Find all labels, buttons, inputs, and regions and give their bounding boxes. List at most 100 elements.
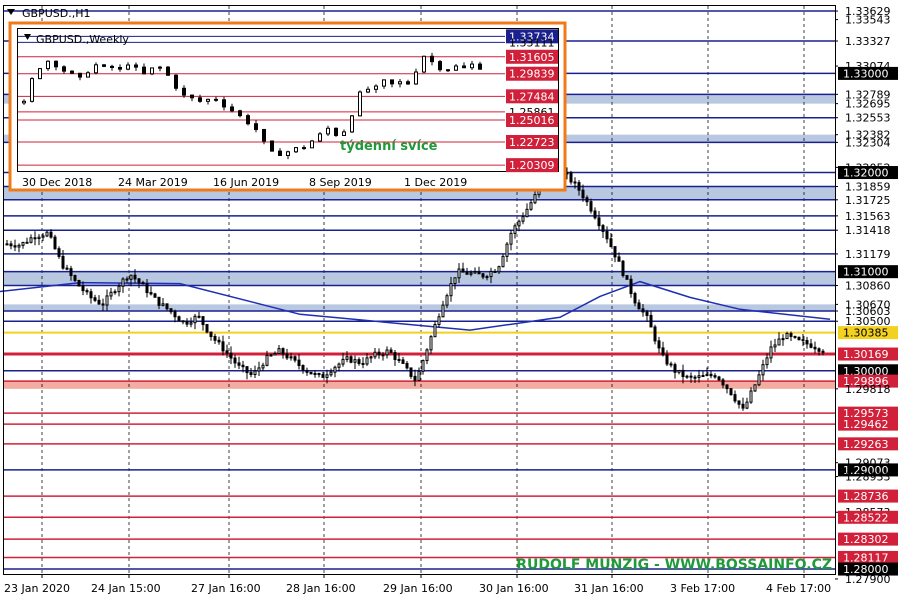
candle-body [153,293,157,298]
price-tick-label: 1.31179 [845,248,891,261]
inset-candle-body [70,70,74,74]
candle-body [669,363,673,366]
inset-candle-body [382,79,386,87]
candle-body [525,208,529,218]
candle-body [269,354,273,357]
candle-body [581,189,585,199]
inset-price-label: 1.27484 [509,90,555,103]
candle-body [397,358,401,361]
inset-annotation: týdenní svíce [340,139,438,154]
inset-candle-body [270,140,274,152]
candle-body [217,339,221,343]
candle-body [509,232,513,245]
candle-body [201,316,205,326]
inset-candle-body [350,115,354,133]
inset-candle-body [166,66,170,76]
time-tick-label: 3 Feb 17:00 [670,582,735,595]
inset-candle-body [62,66,66,72]
price-tick-label: 1.30385 [843,327,889,340]
inset-candle-body [430,55,434,63]
time-tick-label: 23 Jan 2020 [4,582,70,595]
candle-body [433,323,437,338]
candle-body [573,181,577,184]
candle-body [361,362,365,365]
candle-body [429,336,433,351]
candle-body [257,367,261,372]
candle-body [501,255,505,268]
candle-body [21,241,25,246]
candle-body [517,220,521,227]
candle-body [373,351,377,358]
candle-body [733,394,737,402]
price-chart[interactable]: 1.336291.335431.333271.330741.330001.327… [0,0,900,600]
candle-body [353,359,357,363]
candle-body [409,367,413,377]
candle-body [629,278,633,295]
candle-body [705,373,709,377]
inset-candle-body [438,61,442,71]
candle-body [817,348,821,352]
candle-body [445,295,449,306]
candle-body [249,372,253,376]
candle-body [145,283,149,294]
candle-body [285,353,289,359]
candle-body [717,376,721,381]
candle-body [713,375,717,378]
price-tick-label: 1.28302 [843,533,889,546]
candle-body [221,341,225,352]
candle-body [477,271,481,275]
inset-candle-body [102,64,106,67]
inset-candle-body [46,60,50,70]
inset-candle-body [54,60,58,68]
candle-body [529,202,533,210]
candle-body [393,352,397,360]
candle-body [461,268,465,273]
price-tick-label: 1.31000 [843,266,889,279]
candle-body [513,225,517,234]
candle-body [341,358,345,365]
candle-body [389,349,393,354]
inset-candle-body [118,66,122,70]
candle-body [489,270,493,278]
candle-body [349,356,353,363]
inset-price-label: 1.33111 [509,36,555,49]
candle-body [577,182,581,191]
candle-body [81,285,85,292]
candle-body [721,379,725,386]
inset-candle-body [414,71,418,85]
candle-body [281,348,285,355]
candle-body [133,274,137,280]
candle-body [617,256,621,262]
inset-candle-body [326,127,330,135]
candle-body [365,357,369,365]
candle-body [197,315,201,318]
candle-body [533,194,537,204]
inset-candle-body [278,150,282,156]
inset-time-label: 30 Dec 2018 [22,176,92,189]
candle-body [121,278,125,287]
price-tick-label: 1.31859 [845,181,891,194]
candle-body [9,243,13,247]
inset-candle-body [22,100,26,104]
candle-body [405,362,409,369]
candle-body [161,303,165,306]
candle-body [293,356,297,361]
candle-body [697,375,701,378]
candle-body [741,403,745,409]
candle-body [649,314,653,328]
candle-body [677,369,681,373]
candle-body [441,304,445,318]
inset-candle-body [294,147,298,153]
inset-candle-body [222,99,226,108]
candle-body [137,278,141,284]
candle-body [305,369,309,373]
candle-body [709,373,713,377]
candle-body [637,302,641,310]
time-tick-label: 28 Jan 16:00 [286,582,356,595]
inset-candle-body [238,110,242,117]
candle-body [337,363,341,368]
candle-body [193,315,197,324]
candle-body [65,267,69,270]
price-tick-label: 1.28522 [843,511,889,524]
candle-body [345,356,349,360]
